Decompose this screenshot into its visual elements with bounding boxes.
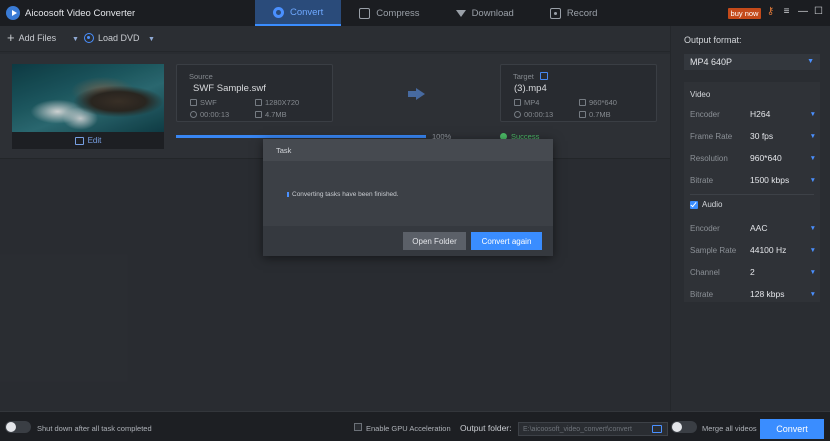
app-logo-icon bbox=[6, 6, 20, 20]
compress-icon bbox=[359, 7, 371, 19]
audio-bitrate-label: Bitrate bbox=[690, 290, 714, 299]
buy-now-button[interactable]: buy now bbox=[728, 8, 761, 19]
tab-record[interactable]: Record bbox=[532, 0, 616, 26]
sample-rate-label: Sample Rate bbox=[690, 246, 737, 255]
dialog-message-text: Converting tasks have been finished. bbox=[292, 191, 399, 198]
load-dvd-button[interactable]: Load DVD bbox=[84, 33, 140, 43]
gpu-label: Enable GPU Acceleration bbox=[366, 424, 451, 433]
audio-bitrate-select[interactable]: 128 kbps bbox=[750, 289, 785, 299]
resolution-select[interactable]: 960*640 bbox=[750, 153, 782, 163]
tab-compress-label: Compress bbox=[376, 7, 420, 19]
dialog-message: Converting tasks have been finished. bbox=[287, 191, 399, 198]
task-dialog: Task Converting tasks have been finished… bbox=[263, 139, 553, 256]
add-files-button[interactable]: + Add Files bbox=[7, 30, 57, 45]
gpu-checkbox[interactable] bbox=[354, 423, 362, 431]
frame-rate-label: Frame Rate bbox=[690, 132, 733, 141]
settings-box: Video Encoder H264 ▼ Frame Rate 30 fps ▼… bbox=[684, 82, 820, 302]
audio-section-label: Audio bbox=[702, 200, 723, 209]
video-encoder-label: Encoder bbox=[690, 110, 720, 119]
output-folder-input[interactable]: E:\aicoosoft_video_convert\convert bbox=[518, 422, 668, 436]
info-icon bbox=[287, 192, 289, 197]
chevron-down-icon[interactable]: ▼ bbox=[810, 225, 816, 232]
download-icon bbox=[455, 9, 466, 17]
chevron-down-icon[interactable]: ▼ bbox=[810, 291, 816, 298]
footer-bar: Shut down after all task completed Enabl… bbox=[0, 411, 830, 441]
folder-icon[interactable] bbox=[652, 425, 662, 433]
load-dvd-label: Load DVD bbox=[98, 33, 140, 43]
audio-checkbox[interactable] bbox=[690, 201, 698, 209]
menu-icon[interactable]: ≡ bbox=[782, 6, 791, 18]
maximize-icon[interactable]: ☐ bbox=[814, 6, 823, 18]
sample-rate-select[interactable]: 44100 Hz bbox=[750, 245, 786, 255]
toolbar: + Add Files ▼ Load DVD ▼ bbox=[0, 26, 670, 52]
dialog-body: Converting tasks have been finished. bbox=[263, 161, 553, 226]
minimize-icon[interactable]: — bbox=[798, 6, 808, 18]
shutdown-label: Shut down after all task completed bbox=[37, 424, 152, 433]
dialog-header: Task bbox=[263, 139, 553, 161]
video-bitrate-select[interactable]: 1500 kbps bbox=[750, 175, 789, 185]
tab-convert-label: Convert bbox=[290, 6, 324, 18]
dialog-footer: Open Folder Convert again bbox=[263, 226, 553, 256]
tab-download[interactable]: Download bbox=[438, 0, 532, 26]
output-format-value: MP4 640P bbox=[690, 57, 733, 67]
output-folder-label: Output folder: bbox=[460, 423, 512, 433]
audio-encoder-select[interactable]: AAC bbox=[750, 223, 767, 233]
load-dvd-chevron-down-icon[interactable]: ▼ bbox=[148, 36, 155, 43]
channel-select[interactable]: 2 bbox=[750, 267, 755, 277]
disc-icon bbox=[84, 33, 94, 43]
app-title: Aicoosoft Video Converter bbox=[25, 8, 136, 19]
key-icon[interactable]: ⚷ bbox=[766, 6, 775, 18]
add-files-label: Add Files bbox=[18, 33, 57, 43]
chevron-down-icon[interactable]: ▼ bbox=[810, 247, 816, 254]
window-controls: ⚷ ≡ — ☐ ✕ bbox=[766, 6, 830, 18]
chevron-down-icon[interactable]: ▼ bbox=[810, 177, 816, 184]
main-tabs: Convert Compress Download Record bbox=[255, 0, 615, 26]
tab-download-label: Download bbox=[471, 7, 514, 19]
output-format-label: Output format: bbox=[684, 35, 742, 45]
title-bar: Aicoosoft Video Converter Convert Compre… bbox=[0, 0, 830, 26]
frame-rate-select[interactable]: 30 fps bbox=[750, 131, 773, 141]
video-bitrate-label: Bitrate bbox=[690, 176, 714, 185]
open-folder-button[interactable]: Open Folder bbox=[403, 232, 466, 250]
chevron-down-icon[interactable]: ▼ bbox=[810, 155, 816, 162]
divider bbox=[690, 194, 814, 195]
record-icon bbox=[549, 7, 561, 19]
convert-icon bbox=[273, 6, 284, 18]
convert-again-button[interactable]: Convert again bbox=[471, 232, 542, 250]
plus-icon: + bbox=[7, 30, 15, 45]
dialog-title: Task bbox=[276, 146, 292, 155]
output-format-select[interactable]: MP4 640P ▼ bbox=[684, 54, 820, 70]
chevron-down-icon: ▼ bbox=[807, 58, 814, 65]
merge-label: Merge all videos bbox=[702, 424, 757, 433]
tab-compress[interactable]: Compress bbox=[341, 0, 437, 26]
output-folder-path: E:\aicoosoft_video_convert\convert bbox=[523, 425, 632, 433]
chevron-down-icon[interactable]: ▼ bbox=[810, 111, 816, 118]
tab-convert[interactable]: Convert bbox=[255, 0, 342, 26]
merge-toggle[interactable] bbox=[671, 421, 697, 433]
resolution-label: Resolution bbox=[690, 154, 728, 163]
shutdown-toggle[interactable] bbox=[5, 421, 31, 433]
video-encoder-select[interactable]: H264 bbox=[750, 109, 770, 119]
chevron-down-icon[interactable]: ▼ bbox=[810, 133, 816, 140]
video-section-label: Video bbox=[690, 90, 711, 99]
channel-label: Channel bbox=[690, 268, 720, 277]
chevron-down-icon[interactable]: ▼ bbox=[72, 36, 79, 43]
chevron-down-icon[interactable]: ▼ bbox=[810, 269, 816, 276]
convert-button[interactable]: Convert bbox=[760, 419, 824, 439]
tab-record-label: Record bbox=[566, 7, 598, 19]
output-settings-sidebar: Output format: MP4 640P ▼ Video Encoder … bbox=[670, 26, 830, 411]
audio-encoder-label: Encoder bbox=[690, 224, 720, 233]
